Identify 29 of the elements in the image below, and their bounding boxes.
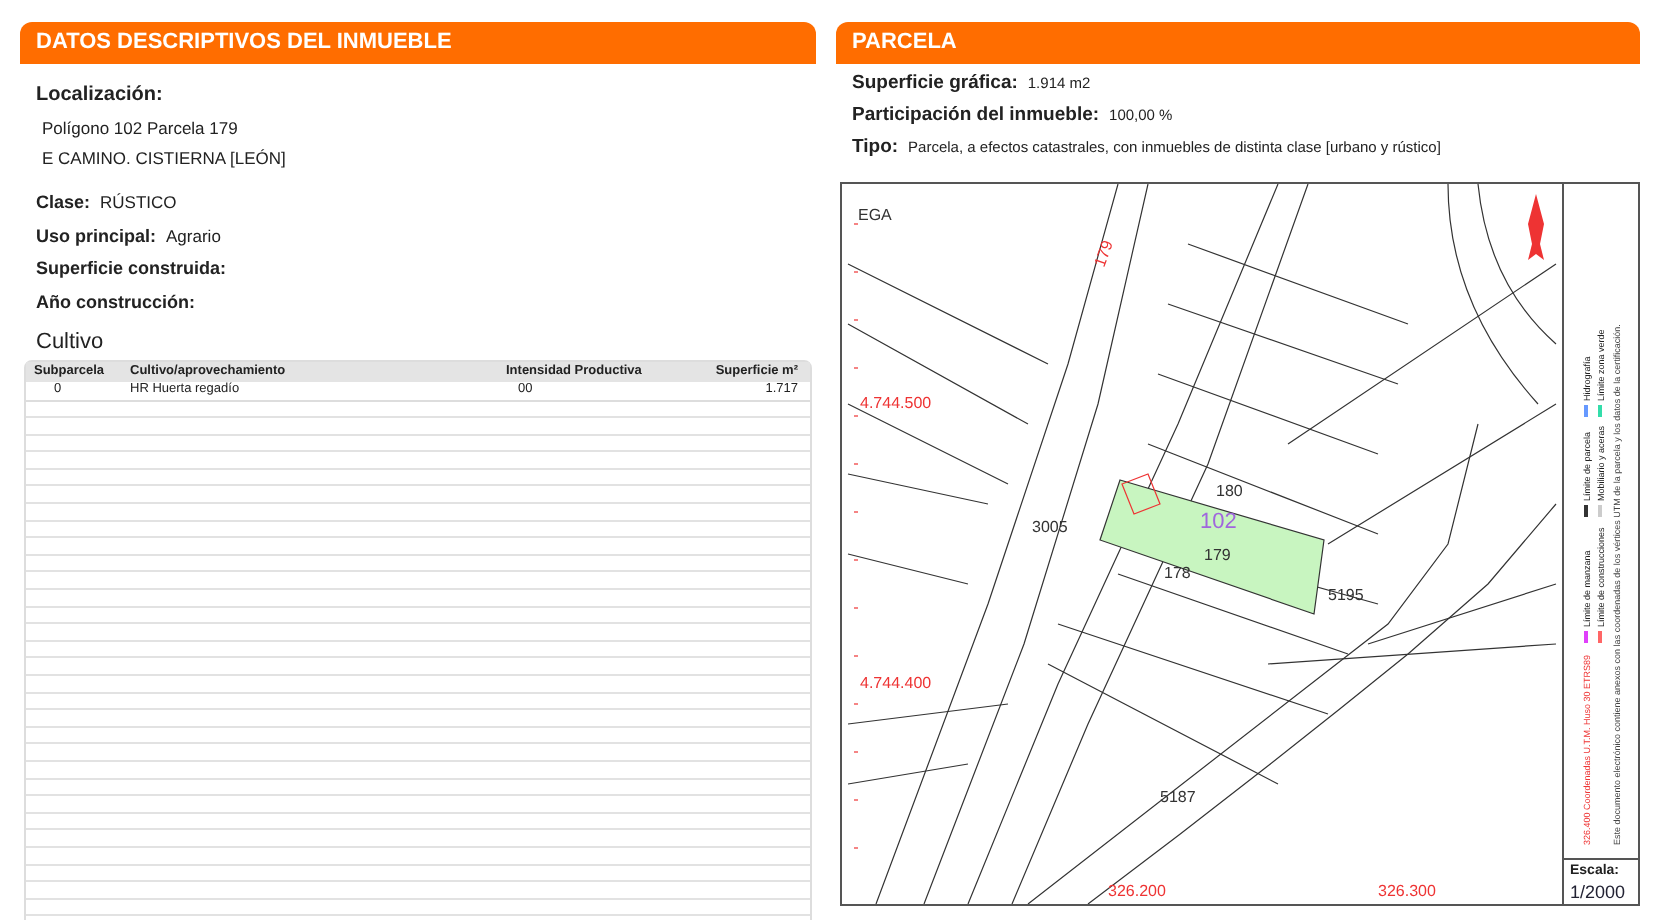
field-value: RÚSTICO: [100, 190, 177, 216]
field-value: Agrario: [166, 223, 221, 249]
building-outline: [1121, 473, 1161, 516]
map-label: 326.200: [1108, 882, 1166, 901]
map-label: 179: [1090, 238, 1117, 270]
section-header: PARCELA: [836, 22, 1640, 63]
map-label: 326.300: [1378, 882, 1436, 901]
map-label: 4.744.500: [860, 394, 932, 413]
field-label: Participación del inmueble:: [852, 101, 1100, 130]
field-label: Clase:: [36, 190, 91, 216]
field-label: Uso principal:: [36, 223, 157, 250]
map-label: 4.744.400: [860, 674, 932, 693]
map-label: EGA: [858, 206, 892, 225]
field-label: Superficie construida:: [36, 256, 227, 282]
field-label: Año construcción:: [36, 289, 196, 315]
map-label: 5187: [1160, 788, 1196, 807]
section-subtitle: Cultivo: [36, 328, 106, 358]
address-line: Polígono 102 Parcela 179: [42, 115, 240, 141]
field-label: Localización:: [36, 81, 165, 109]
map-label: 178: [1164, 564, 1191, 583]
section-header: DATOS DESCRIPTIVOS DEL INMUEBLE: [20, 22, 816, 63]
field-label: Tipo:: [852, 134, 899, 162]
scale-value: 1/2000: [1570, 882, 1628, 903]
map-label: 180: [1216, 482, 1243, 501]
map-label: 102: [1200, 510, 1237, 535]
map-label: 179: [1204, 546, 1231, 565]
field-label: Superficie gráfica:: [852, 69, 1018, 97]
address-line: E CAMINO. CISTIERNA [LEÓN]: [42, 146, 288, 172]
north-arrow-icon: [1528, 194, 1544, 261]
